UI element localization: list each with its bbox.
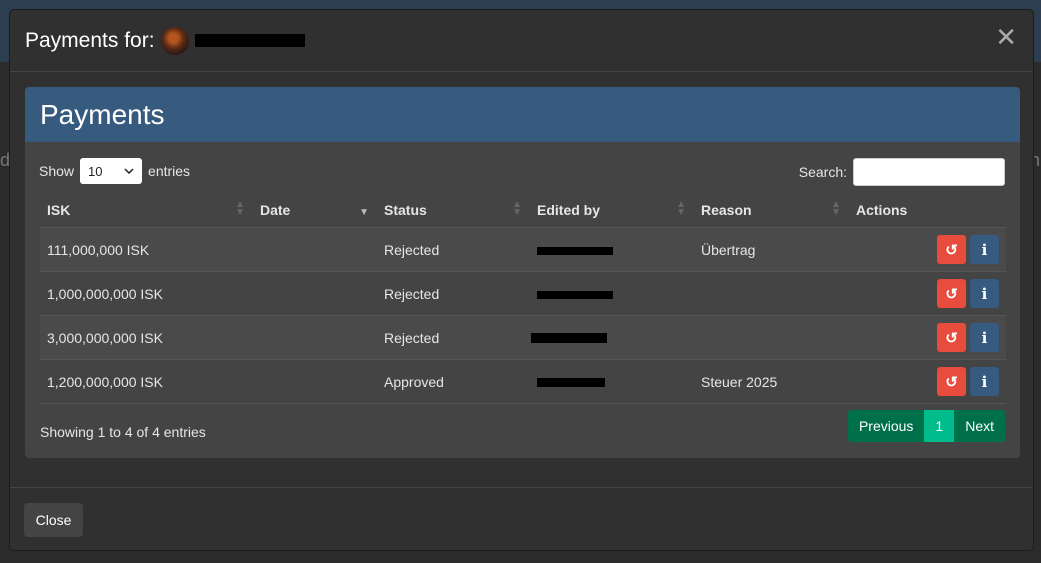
chevron-down-icon: [124, 168, 134, 174]
cell-reason: Steuer 2025: [694, 359, 849, 404]
cell-date: [253, 227, 377, 272]
search-control: Search:: [799, 158, 1005, 186]
column-header-edited-by[interactable]: Edited by ▲ ▼: [530, 192, 694, 228]
table-controls: Show 10 entries Search:: [25, 142, 1020, 192]
cell-actions: ↺ i: [849, 315, 1006, 360]
cell-date: [253, 315, 377, 360]
undo-icon: ↺: [945, 285, 958, 303]
column-header-isk[interactable]: ISK ▲ ▼: [40, 192, 253, 228]
show-label: Show: [39, 163, 75, 179]
sort-icon: ▲ ▼: [512, 199, 522, 218]
cell-status: Rejected: [377, 271, 530, 316]
info-icon: i: [981, 240, 988, 259]
column-header-status[interactable]: Status ▲ ▼: [377, 192, 530, 228]
cell-reason: [694, 271, 849, 316]
undo-button[interactable]: ↺: [937, 367, 966, 396]
close-button[interactable]: Close: [24, 503, 83, 537]
column-header-date[interactable]: Date ▼: [253, 192, 377, 228]
undo-icon: ↺: [945, 241, 958, 259]
column-header-actions: Actions: [849, 192, 1006, 228]
cell-isk: 3,000,000,000 ISK: [40, 315, 253, 360]
entries-label: entries: [148, 163, 191, 179]
table-row: 1,200,000,000 ISK Approved Steuer 2025 ↺…: [40, 359, 1006, 404]
column-header-reason[interactable]: Reason ▲ ▼: [694, 192, 849, 228]
info-icon: i: [981, 284, 988, 303]
cell-isk: 111,000,000 ISK: [40, 227, 253, 272]
modal-header: Payments for: ✕: [10, 10, 1033, 72]
info-icon: i: [981, 328, 988, 347]
card-title: Payments: [25, 87, 1020, 142]
cell-date: [253, 271, 377, 316]
info-button[interactable]: i: [970, 323, 999, 352]
sort-icon: ▲ ▼: [235, 199, 245, 218]
cell-date: [253, 359, 377, 404]
search-input[interactable]: [853, 158, 1005, 186]
info-icon: i: [981, 372, 988, 391]
cell-status: Rejected: [377, 227, 530, 272]
cell-isk: 1,000,000,000 ISK: [40, 271, 253, 316]
cell-isk: 1,200,000,000 ISK: [40, 359, 253, 404]
payments-table: ISK ▲ ▼ Date ▼ Status ▲ ▼ Edited by ▲ ▼ Reason…: [40, 192, 1006, 404]
close-icon[interactable]: ✕: [995, 24, 1017, 50]
cell-reason: Übertrag: [694, 227, 849, 272]
cell-status: Rejected: [377, 315, 530, 360]
info-button[interactable]: i: [970, 279, 999, 308]
page-length-value: 10: [88, 163, 103, 179]
sort-icon: ▲ ▼: [831, 199, 841, 218]
table-row: 1,000,000,000 ISK Rejected ↺ i: [40, 271, 1006, 316]
payments-card: Payments Show 10 entries Search: ISK ▲ ▼ D…: [25, 87, 1020, 458]
cell-status: Approved: [377, 359, 530, 404]
undo-button[interactable]: ↺: [937, 279, 966, 308]
modal-title: Payments for:: [25, 26, 305, 55]
pagination: Previous 1 Next: [847, 410, 1005, 442]
avatar: [160, 26, 189, 55]
redacted-username: [194, 34, 305, 47]
previous-button[interactable]: Previous: [847, 410, 925, 442]
search-label: Search:: [798, 164, 847, 180]
table-row: 3,000,000,000 ISK Rejected ↺ i: [40, 315, 1006, 360]
cell-actions: ↺ i: [849, 227, 1006, 272]
next-button[interactable]: Next: [954, 410, 1005, 442]
cell-reason: [694, 315, 849, 360]
cell-actions: ↺ i: [849, 271, 1006, 316]
sort-icon: ▲ ▼: [676, 199, 686, 218]
cell-actions: ↺ i: [849, 359, 1006, 404]
undo-icon: ↺: [945, 329, 958, 347]
page-length-select[interactable]: 10: [80, 158, 143, 184]
modal-footer: Close: [10, 487, 1033, 551]
table-row: 111,000,000 ISK Rejected Übertrag ↺ i: [40, 227, 1006, 272]
sort-desc-icon: ▼: [359, 207, 369, 218]
page-1-button[interactable]: 1: [924, 410, 955, 442]
cell-edited-by: [530, 271, 694, 316]
cell-edited-by: [530, 315, 694, 360]
cell-edited-by: [530, 227, 694, 272]
cell-edited-by: [530, 359, 694, 404]
info-button[interactable]: i: [970, 367, 999, 396]
undo-button[interactable]: ↺: [937, 323, 966, 352]
modal-title-text: Payments for:: [25, 28, 155, 52]
undo-icon: ↺: [945, 373, 958, 391]
page-length-control: Show 10 entries: [39, 158, 190, 184]
undo-button[interactable]: ↺: [937, 235, 966, 264]
payments-modal: Payments for: ✕ Payments Show 10 entries…: [9, 9, 1034, 551]
table-info: Showing 1 to 4 of 4 entries: [40, 424, 206, 440]
info-button[interactable]: i: [970, 235, 999, 264]
